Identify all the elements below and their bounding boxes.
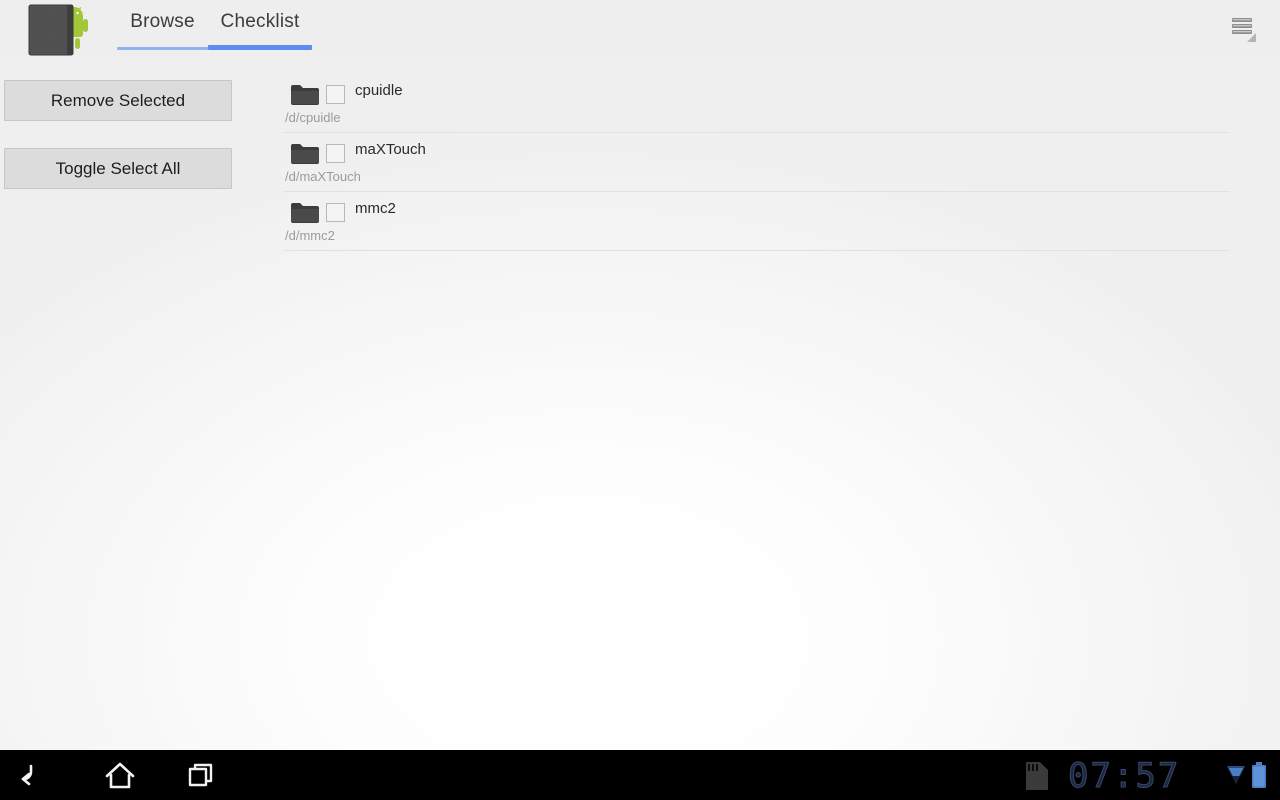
content-area: Remove Selected Toggle Select All cpuidl… — [0, 57, 1280, 750]
list-item-title: cpuidle — [355, 82, 403, 99]
folder-icon — [290, 84, 320, 106]
list-item[interactable]: mmc2 /d/mmc2 — [283, 192, 1230, 251]
list-item-path: /d/maXTouch — [285, 169, 361, 184]
list-item-title: maXTouch — [355, 141, 426, 158]
android-tablet-screen: Browse Checklist Remove Selected Toggle … — [0, 0, 1280, 800]
toggle-select-all-button[interactable]: Toggle Select All — [4, 148, 232, 189]
tab-checklist[interactable]: Checklist — [208, 0, 312, 44]
overflow-menu-icon[interactable] — [1225, 9, 1263, 47]
status-clock: 07:57 — [1068, 756, 1181, 796]
list-item-checkbox[interactable] — [326, 203, 345, 222]
folder-icon — [290, 143, 320, 165]
remove-selected-button[interactable]: Remove Selected — [4, 80, 232, 121]
list-item-title: mmc2 — [355, 200, 396, 217]
tab-browse[interactable]: Browse — [117, 0, 208, 44]
list-item-checkbox[interactable] — [326, 85, 345, 104]
back-icon[interactable] — [12, 756, 68, 794]
folder-list: cpuidle /d/cpuidle maXTouch /d/maXTouch — [283, 74, 1230, 251]
home-icon[interactable] — [92, 756, 148, 794]
recent-apps-icon[interactable] — [172, 756, 228, 794]
tab-checklist-underline-active — [208, 45, 312, 50]
app-logo-icon — [27, 2, 89, 56]
list-item-path: /d/mmc2 — [285, 228, 335, 243]
sd-card-icon — [1024, 761, 1050, 791]
list-item-top: mmc2 — [283, 192, 1230, 228]
folder-icon — [290, 202, 320, 224]
list-item[interactable]: maXTouch /d/maXTouch — [283, 133, 1230, 192]
signal-icon — [1226, 764, 1246, 786]
list-item-top: cpuidle — [283, 74, 1230, 110]
battery-icon — [1252, 762, 1266, 788]
action-bar: Browse Checklist — [0, 0, 1280, 57]
action-button-column: Remove Selected Toggle Select All — [4, 80, 232, 216]
list-item-top: maXTouch — [283, 133, 1230, 169]
list-item-checkbox[interactable] — [326, 144, 345, 163]
list-item[interactable]: cpuidle /d/cpuidle — [283, 74, 1230, 133]
list-item-path: /d/cpuidle — [285, 110, 341, 125]
tab-browse-underline — [117, 47, 208, 50]
tab-browse-label: Browse — [130, 11, 195, 32]
tab-checklist-label: Checklist — [220, 11, 300, 32]
